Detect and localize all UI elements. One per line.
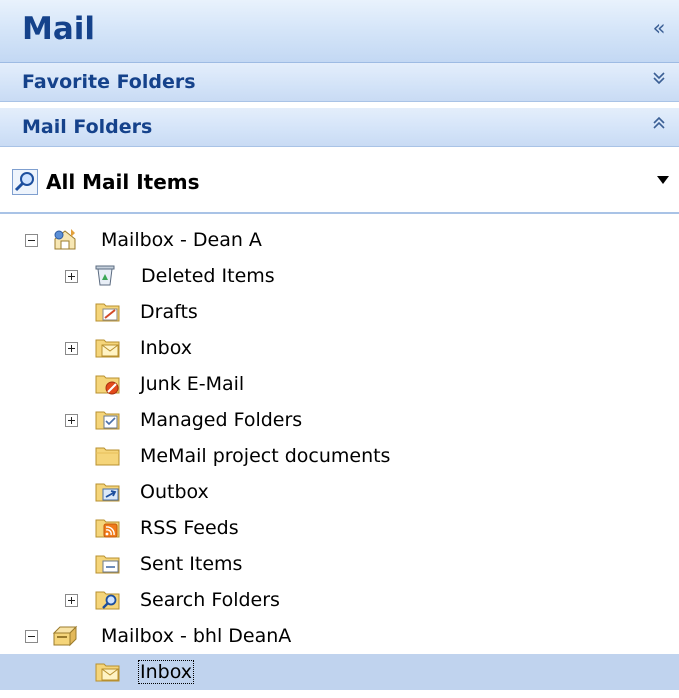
search-folder-icon <box>95 591 120 610</box>
junk-folder-icon <box>95 375 120 395</box>
tree-node-memail-project-documents[interactable]: MeMail project documents <box>0 438 679 474</box>
managed-folder-icon <box>95 411 120 430</box>
tree-node-search-folders[interactable]: Search Folders <box>0 582 679 618</box>
expand-icon[interactable] <box>65 342 78 355</box>
tree-node-inbox-selected[interactable]: Inbox <box>0 654 679 690</box>
tree-node-label: Deleted Items <box>141 265 275 287</box>
tree-node-label: Managed Folders <box>140 409 303 431</box>
drafts-folder-icon <box>95 303 120 322</box>
sent-folder-icon <box>95 555 120 574</box>
favorite-folders-label: Favorite Folders <box>22 71 196 93</box>
recycle-bin-icon <box>95 265 115 286</box>
tree-node-outbox[interactable]: Outbox <box>0 474 679 510</box>
favorite-folders-section[interactable]: Favorite Folders <box>0 63 679 102</box>
tree-node-label: Junk E-Mail <box>140 373 245 395</box>
mail-navigation-pane: Mail « Favorite Folders Mail Folders All… <box>0 0 679 698</box>
tree-node-label: Inbox <box>138 660 194 684</box>
rss-folder-icon <box>95 519 120 538</box>
mailbox-icon <box>52 625 78 647</box>
collapse-icon[interactable] <box>25 630 38 643</box>
mail-pane-header: Mail « <box>0 0 679 63</box>
tree-node-label: Inbox <box>140 337 192 359</box>
tree-node-mailbox-dean-a[interactable]: Mailbox - Dean A <box>0 222 679 258</box>
tree-node-label: MeMail project documents <box>140 445 391 467</box>
pane-title: Mail <box>22 11 96 47</box>
all-mail-items-view-selector[interactable]: All Mail Items <box>0 155 679 214</box>
mail-folders-label: Mail Folders <box>22 116 153 138</box>
collapse-icon[interactable] <box>25 234 38 247</box>
expand-icon[interactable] <box>65 594 78 607</box>
tree-node-managed-folders[interactable]: Managed Folders <box>0 402 679 438</box>
inbox-folder-icon <box>95 339 120 358</box>
tree-node-rss-feeds[interactable]: RSS Feeds <box>0 510 679 546</box>
tree-node-label: Drafts <box>140 301 198 323</box>
tree-node-label: Mailbox - Dean A <box>101 229 262 251</box>
expand-icon[interactable] <box>65 270 78 283</box>
tree-node-mailbox-bhl-deana[interactable]: Mailbox - bhl DeanA <box>0 618 679 654</box>
tree-node-label: RSS Feeds <box>140 517 239 539</box>
inbox-folder-icon <box>95 663 120 682</box>
tree-node-drafts[interactable]: Drafts <box>0 294 679 330</box>
outbox-folder-icon <box>95 483 120 502</box>
tree-node-deleted-items[interactable]: Deleted Items <box>0 258 679 294</box>
double-chevron-left-icon[interactable]: « <box>647 17 671 41</box>
tree-node-sent-items[interactable]: Sent Items <box>0 546 679 582</box>
tree-node-junk-e-mail[interactable]: Junk E-Mail <box>0 366 679 402</box>
tree-node-label: Sent Items <box>140 553 243 575</box>
mail-folders-section[interactable]: Mail Folders <box>0 108 679 147</box>
dropdown-arrow-icon[interactable] <box>657 176 669 184</box>
view-label: All Mail Items <box>46 170 200 194</box>
double-chevron-down-icon[interactable] <box>647 70 671 94</box>
double-chevron-up-icon[interactable] <box>647 115 671 139</box>
expand-icon[interactable] <box>65 414 78 427</box>
folder-icon <box>95 447 120 466</box>
search-magnifier-icon <box>12 169 38 195</box>
tree-node-inbox[interactable]: Inbox <box>0 330 679 366</box>
tree-node-label: Mailbox - bhl DeanA <box>101 625 292 647</box>
tree-node-label: Outbox <box>140 481 209 503</box>
mailbox-home-icon <box>54 229 76 250</box>
tree-node-label: Search Folders <box>140 589 280 611</box>
